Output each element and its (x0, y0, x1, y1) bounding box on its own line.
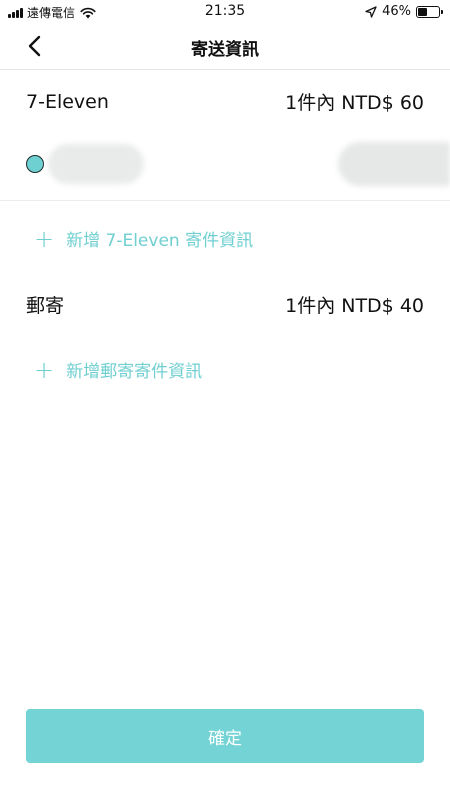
seven-eleven-header: 7-Eleven 1件內 NTD$ 60 (26, 88, 424, 115)
seven-eleven-price: 1件內 NTD$ 60 (285, 92, 424, 114)
confirm-button[interactable]: 確定 (26, 709, 424, 763)
add-seven-eleven-info-link[interactable]: + 新增 7-Eleven 寄件資訊 (34, 224, 254, 253)
redacted-address-name (48, 144, 144, 184)
redacted-address-detail (338, 142, 450, 186)
plus-icon: + (34, 355, 55, 384)
seven-eleven-address-item[interactable] (26, 142, 450, 188)
battery-icon (416, 5, 443, 18)
battery-percent: 46% (382, 4, 411, 19)
location-arrow-icon (365, 5, 377, 18)
nav-bar: 寄送資訊 (0, 22, 450, 70)
status-bar: 遠傳電信 21:35 46% (0, 0, 450, 22)
post-header: 郵寄 1件內 NTD$ 40 (26, 291, 424, 318)
add-seven-eleven-label: 新增 7-Eleven 寄件資訊 (66, 231, 254, 251)
section-divider (0, 200, 450, 201)
shipping-info-screen: 遠傳電信 21:35 46% 寄送資訊 7-Eleven 1件內 NTD$ 60… (0, 0, 450, 800)
battery-tip (441, 9, 443, 14)
address-radio-selected[interactable] (26, 155, 44, 173)
plus-icon: + (34, 224, 55, 253)
post-name: 郵寄 (26, 295, 65, 317)
battery-fill (418, 7, 427, 16)
post-price: 1件內 NTD$ 40 (285, 295, 424, 317)
add-post-label: 新增郵寄寄件資訊 (66, 362, 203, 382)
add-post-info-link[interactable]: + 新增郵寄寄件資訊 (34, 355, 203, 384)
seven-eleven-name: 7-Eleven (26, 90, 109, 113)
status-right: 46% (365, 4, 443, 19)
page-title: 寄送資訊 (191, 40, 259, 60)
